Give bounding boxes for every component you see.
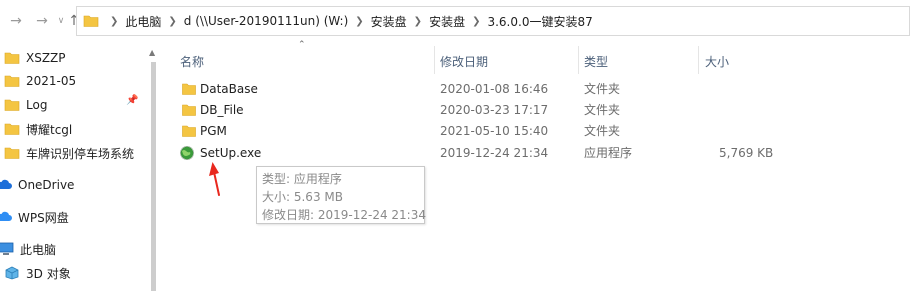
computer-icon (0, 242, 14, 255)
navigation-scrollbar[interactable]: ▲ (148, 42, 158, 291)
file-modified: 2019-12-24 21:34 (440, 146, 549, 160)
file-name: PGM (200, 124, 227, 138)
chevron-right-icon[interactable]: ❯ (472, 16, 480, 27)
address-bar[interactable]: ❯ 此电脑 ❯ d (\\User-20190111un) (W:) ❯ 安装盘… (76, 6, 910, 36)
scrollbar-thumb[interactable] (151, 62, 156, 291)
sidebar-item-parking-system[interactable]: 车牌识别停车场系统 (0, 142, 146, 164)
sidebar-item-label: OneDrive (18, 178, 75, 192)
setup-globe-icon (180, 146, 194, 160)
sidebar-item-wps[interactable]: WPS网盘 (0, 206, 146, 228)
sidebar-item-this-pc[interactable]: 此电脑 (0, 238, 146, 260)
sort-ascending-icon: ⌃ (298, 40, 306, 50)
sidebar-item-boyao[interactable]: 博耀tcgl (0, 118, 146, 140)
folder-icon (4, 75, 20, 87)
column-header-label: 名称 (180, 54, 205, 69)
folder-icon (4, 123, 20, 135)
file-size: 5,769 KB (719, 146, 774, 160)
navigation-pane: XSZZP 📌 2021-05 Log 博耀tcgl 车牌识别停车场系统 One… (0, 42, 146, 291)
file-row-pgm[interactable]: PGM 2021-05-10 15:40 文件夹 (160, 120, 910, 142)
file-row-setup-exe[interactable]: SetUp.exe 2019-12-24 21:34 应用程序 5,769 KB (160, 142, 910, 164)
sidebar-item-log[interactable]: Log (0, 94, 146, 116)
column-header-label: 修改日期 (440, 54, 489, 69)
tooltip-modified: 修改日期: 2019-12-24 21:34 (262, 208, 426, 222)
cloud-icon (0, 179, 12, 189)
folder-icon (182, 125, 196, 137)
file-name: DataBase (200, 82, 258, 96)
address-toolbar: → → ∨ ↑ ❯ 此电脑 ❯ d (\\User-20190111un) (W… (0, 0, 910, 42)
breadcrumb-item[interactable]: 安装盘 (429, 13, 465, 30)
sidebar-item-label: Log (26, 98, 48, 112)
sidebar-item-label: 此电脑 (20, 242, 57, 257)
column-header-label: 类型 (584, 54, 609, 69)
column-header-modified[interactable]: 修改日期 (440, 50, 488, 72)
sidebar-item-onedrive[interactable]: OneDrive (0, 174, 146, 196)
breadcrumb-item[interactable]: d (\\User-20190111un) (W:) (184, 14, 348, 28)
file-type: 文件夹 (584, 82, 621, 96)
annotation-arrow-icon (209, 162, 220, 196)
sidebar-item-label: XSZZP (26, 51, 66, 65)
file-modified: 2020-01-08 16:46 (440, 82, 549, 96)
sidebar-item-xszzp[interactable]: XSZZP (0, 47, 146, 69)
breadcrumb-item[interactable]: 安装盘 (371, 13, 407, 30)
file-type: 应用程序 (584, 146, 633, 160)
folder-icon (83, 15, 99, 27)
sidebar-item-label: 3D 对象 (26, 266, 71, 281)
folder-icon (4, 99, 20, 111)
column-header-size[interactable]: 大小 (705, 50, 729, 72)
breadcrumb-item[interactable]: 此电脑 (125, 13, 161, 30)
column-divider[interactable] (698, 46, 699, 74)
chevron-right-icon[interactable]: ❯ (110, 16, 118, 27)
chevron-right-icon[interactable]: ❯ (414, 16, 422, 27)
back-button[interactable]: → (8, 13, 24, 29)
folder-icon (4, 52, 20, 64)
chevron-right-icon[interactable]: ❯ (168, 16, 176, 27)
breadcrumb: ❯ 此电脑 ❯ d (\\User-20190111un) (W:) ❯ 安装盘… (103, 7, 593, 35)
file-type: 文件夹 (584, 103, 621, 117)
sidebar-item-2021-05[interactable]: 2021-05 (0, 70, 146, 92)
sidebar-item-label: 车牌识别停车场系统 (26, 146, 135, 161)
sidebar-item-label: 博耀tcgl (26, 122, 73, 137)
file-info-tooltip: 类型: 应用程序 大小: 5.63 MB 修改日期: 2019-12-24 21… (256, 166, 426, 224)
file-modified: 2020-03-23 17:17 (440, 103, 549, 117)
breadcrumb-item[interactable]: 3.6.0.0一键安装87 (487, 13, 592, 30)
column-header-type[interactable]: 类型 (584, 50, 608, 72)
scroll-up-icon[interactable]: ▲ (149, 48, 155, 57)
column-divider[interactable] (434, 46, 435, 74)
folder-icon (4, 147, 20, 159)
chevron-right-icon[interactable]: ❯ (355, 16, 363, 27)
tooltip-type: 类型: 应用程序 (262, 172, 342, 186)
tooltip-size: 大小: 5.63 MB (262, 190, 343, 204)
sidebar-item-label: 2021-05 (26, 74, 77, 88)
file-row-database[interactable]: DataBase 2020-01-08 16:46 文件夹 (160, 78, 910, 100)
folder-icon (182, 104, 196, 116)
column-header-name[interactable]: 名称 (180, 50, 204, 72)
sidebar-item-3d-objects[interactable]: 3D 对象 (0, 262, 146, 284)
column-divider[interactable] (578, 46, 579, 74)
column-header-label: 大小 (705, 54, 730, 69)
file-modified: 2021-05-10 15:40 (440, 124, 549, 138)
cube-icon (5, 266, 19, 280)
file-row-db-file[interactable]: DB_File 2020-03-23 17:17 文件夹 (160, 99, 910, 121)
file-type: 文件夹 (584, 124, 621, 138)
sidebar-item-label: WPS网盘 (18, 210, 69, 225)
cloud-icon (0, 211, 12, 221)
file-name: DB_File (200, 103, 244, 117)
folder-icon (182, 83, 196, 95)
forward-button[interactable]: → (34, 13, 50, 29)
